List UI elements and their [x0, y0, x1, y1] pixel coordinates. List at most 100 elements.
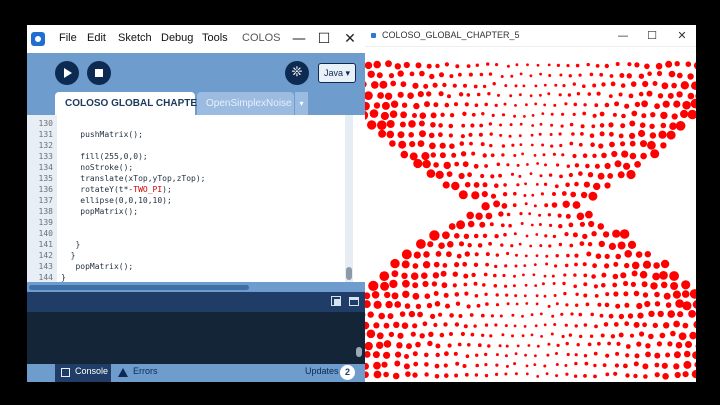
- red-dot: [549, 223, 553, 227]
- menu-file[interactable]: File: [59, 32, 77, 44]
- red-dot: [650, 282, 658, 290]
- menu-tools[interactable]: Tools: [202, 32, 228, 44]
- red-dot: [410, 272, 419, 280]
- red-dot: [530, 143, 534, 147]
- red-dot: [435, 63, 440, 69]
- red-dot: [452, 283, 457, 288]
- red-dot: [400, 111, 407, 119]
- red-dot: [597, 223, 605, 230]
- minimize-icon[interactable]: —: [289, 29, 309, 49]
- red-dot: [525, 372, 529, 376]
- red-dot: [662, 373, 669, 380]
- red-dot: [648, 333, 654, 340]
- editor-scroll-thumb[interactable]: [346, 267, 352, 280]
- red-dot: [394, 360, 401, 367]
- red-dot: [538, 213, 542, 217]
- red-dot: [595, 253, 602, 259]
- copy-icon[interactable]: [331, 296, 341, 306]
- red-dot: [594, 163, 600, 169]
- editor-vertical-scrollbar[interactable]: [345, 115, 353, 282]
- red-dot: [513, 362, 517, 366]
- stop-button[interactable]: [87, 61, 111, 85]
- red-dot: [617, 241, 626, 250]
- red-dot: [506, 64, 510, 68]
- red-dot: [506, 251, 510, 256]
- maximize-icon[interactable]: ☐: [314, 29, 334, 49]
- red-dot: [614, 160, 622, 168]
- red-dot: [526, 163, 529, 166]
- red-dot: [393, 321, 400, 328]
- red-dot: [433, 162, 439, 168]
- maximize-icon[interactable]: ☐: [644, 28, 660, 44]
- run-button[interactable]: [55, 61, 79, 85]
- red-dot: [484, 102, 488, 107]
- debug-icon[interactable]: ❊: [285, 61, 309, 85]
- window-title: COLOS: [242, 32, 281, 44]
- red-dot: [513, 324, 517, 328]
- red-dot: [412, 282, 419, 289]
- updates-badge[interactable]: 2: [340, 365, 355, 380]
- red-dot: [572, 82, 576, 86]
- red-dot: [482, 233, 488, 238]
- red-dot: [512, 203, 517, 208]
- red-dot: [552, 192, 556, 196]
- console-scroll-thumb[interactable]: [356, 347, 362, 357]
- menu-debug[interactable]: Debug: [161, 32, 193, 44]
- red-dot: [656, 70, 663, 77]
- tab-coloso-global-chapter-5[interactable]: COLOSO GLOBAL CHAPTER 5: [55, 92, 213, 115]
- red-dot: [423, 83, 429, 89]
- red-dot: [544, 163, 547, 167]
- red-dot: [551, 274, 555, 278]
- red-dot: [409, 141, 416, 148]
- red-dot: [539, 93, 542, 97]
- errors-tab-label[interactable]: Errors: [133, 366, 158, 376]
- red-dot: [493, 284, 498, 288]
- menu-sketch[interactable]: Sketch: [118, 32, 152, 44]
- red-dot: [493, 200, 501, 208]
- red-dot: [568, 172, 573, 178]
- red-dot: [504, 284, 508, 288]
- red-dot: [636, 302, 643, 310]
- red-dot: [583, 103, 587, 107]
- mode-select[interactable]: Java ▾: [318, 63, 356, 83]
- close-icon[interactable]: ✕: [674, 28, 690, 44]
- red-dot: [543, 323, 547, 327]
- red-dot: [429, 230, 440, 241]
- red-dot: [566, 352, 570, 357]
- red-dot: [434, 301, 441, 307]
- close-icon[interactable]: ✕: [340, 29, 360, 49]
- sketch-canvas[interactable]: [365, 47, 696, 382]
- red-dot: [585, 210, 593, 219]
- console-tab-label[interactable]: Console: [75, 366, 108, 376]
- red-dot: [647, 71, 652, 76]
- red-dot: [615, 62, 620, 66]
- red-dot: [618, 313, 625, 320]
- red-dot: [561, 191, 567, 196]
- red-dot: [694, 362, 696, 368]
- menu-edit[interactable]: Edit: [87, 32, 106, 44]
- red-dot: [448, 223, 456, 230]
- red-dot: [671, 113, 678, 120]
- red-dot: [646, 90, 653, 97]
- red-dot: [495, 303, 500, 307]
- minimize-icon[interactable]: —: [615, 28, 631, 44]
- red-dot: [430, 152, 436, 158]
- red-dot: [516, 163, 520, 167]
- red-dot: [533, 204, 537, 208]
- red-dot: [424, 101, 430, 108]
- editor-horizontal-thumb[interactable]: [29, 285, 249, 290]
- clear-console-icon[interactable]: [349, 297, 359, 306]
- red-dot: [600, 333, 605, 338]
- red-dot: [620, 272, 627, 279]
- red-dot: [569, 243, 574, 248]
- updates-label[interactable]: Updates: [305, 366, 339, 376]
- red-dot: [433, 261, 440, 268]
- code-editor[interactable]: 130 131 132 133 134 135 136 137 138 139 …: [27, 115, 365, 282]
- tab-menu-chevron-icon[interactable]: ▾: [295, 92, 308, 115]
- red-dot: [434, 363, 440, 369]
- tab-opensimplexnoise[interactable]: OpenSimplexNoise: [197, 92, 294, 115]
- console-output[interactable]: [27, 312, 365, 364]
- red-dot: [640, 140, 647, 148]
- red-dot: [466, 93, 471, 97]
- red-dot: [494, 323, 498, 327]
